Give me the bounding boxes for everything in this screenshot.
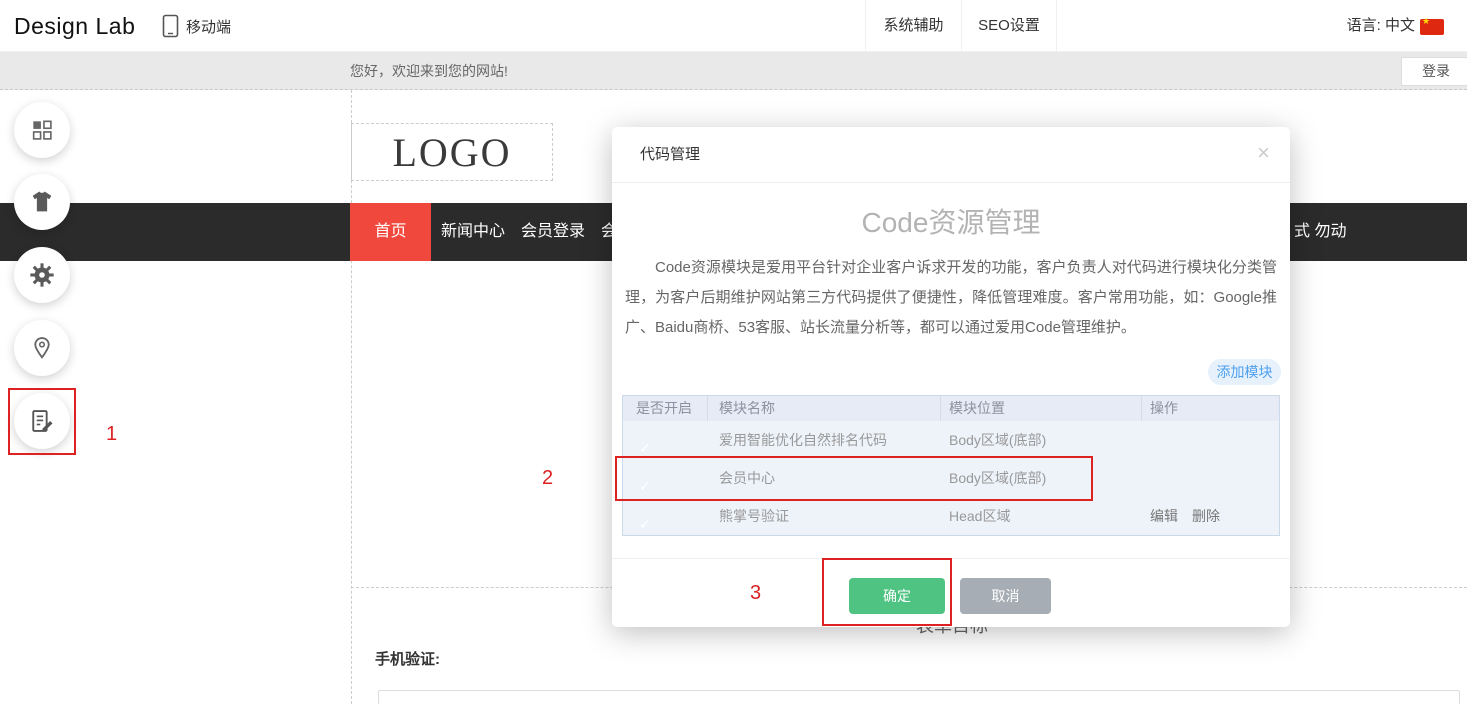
welcome-bar: 您好，欢迎来到您的网站! 登录 [0, 52, 1467, 90]
top-admin-bar: Design Lab 移动端 系统辅助 SEO设置 语言: 中文 [0, 0, 1467, 52]
module-table: 是否开启 模块名称 模块位置 操作 爱用智能优化自然排名代码 Body区域(底部… [622, 395, 1280, 536]
col-header-enabled: 是否开启 [623, 396, 708, 421]
brand-logo: Design Lab [14, 0, 135, 52]
modal-title: 代码管理 [640, 127, 700, 183]
gear-icon [28, 261, 56, 289]
site-logo-text: LOGO [392, 129, 511, 176]
modal-footer: 确定 取消 [612, 558, 1290, 627]
phone-verify-input[interactable] [378, 690, 1460, 704]
menu-item-seo-settings[interactable]: SEO设置 [961, 0, 1057, 52]
sidebar-modules-button[interactable] [14, 102, 70, 158]
annotation-number-1: 1 [106, 423, 117, 446]
modal-header: 代码管理 × [612, 127, 1290, 183]
phone-verify-label: 手机验证: [375, 648, 440, 669]
module-table-header: 是否开启 模块名称 模块位置 操作 [623, 396, 1279, 421]
sidebar-products-button[interactable] [14, 174, 70, 230]
menu-item-system-assist[interactable]: 系统辅助 [865, 0, 961, 52]
language-selector[interactable]: 语言: 中文 [1347, 0, 1415, 52]
welcome-greeting: 您好，欢迎来到您的网站! [350, 52, 508, 90]
module-position: Body区域(底部) [941, 468, 1142, 488]
login-button[interactable]: 登录 [1401, 57, 1467, 86]
screen: Design Lab 移动端 系统辅助 SEO设置 语言: 中文 您好，欢迎来到… [0, 0, 1467, 704]
table-row: 熊掌号验证 Head区域 编辑 删除 [623, 497, 1279, 535]
cancel-button[interactable]: 取消 [960, 578, 1051, 614]
delete-link[interactable]: 删除 [1192, 506, 1220, 526]
mobile-label: 移动端 [186, 16, 231, 37]
grid-icon [29, 117, 55, 143]
annotation-number-2: 2 [542, 467, 553, 490]
top-menu: 系统辅助 SEO设置 [865, 0, 1057, 52]
module-position: Body区域(底部) [941, 430, 1142, 450]
table-row: 会员中心 Body区域(底部) [623, 459, 1279, 497]
module-name: 熊掌号验证 [708, 506, 941, 526]
col-header-position: 模块位置 [941, 396, 1142, 421]
site-logo-placeholder[interactable]: LOGO [351, 123, 553, 181]
mobile-preview-button[interactable]: 移动端 [162, 0, 231, 52]
module-position: Head区域 [941, 506, 1142, 526]
mobile-phone-icon [162, 14, 179, 38]
nav-item-home[interactable]: 首页 [350, 203, 431, 261]
module-name: 会员中心 [708, 468, 941, 488]
form-edit-icon [28, 407, 56, 435]
sidebar-form-edit-button[interactable] [14, 393, 70, 449]
nav-item-news[interactable]: 新闻中心 [441, 203, 505, 261]
content-left-guide [351, 90, 352, 704]
edit-link[interactable]: 编辑 [1150, 506, 1178, 526]
modal-heading: Code资源管理 [612, 201, 1290, 241]
code-manage-modal: 代码管理 × Code资源管理 Code资源模块是爱用平台针对企业客户诉求开发的… [612, 127, 1290, 627]
tshirt-icon [28, 188, 56, 216]
col-header-name: 模块名称 [708, 396, 941, 421]
module-name: 爱用智能优化自然排名代码 [708, 430, 941, 450]
add-module-button[interactable]: 添加模块 [1208, 359, 1281, 385]
table-row: 爱用智能优化自然排名代码 Body区域(底部) [623, 421, 1279, 459]
sidebar-location-button[interactable] [14, 320, 70, 376]
confirm-button[interactable]: 确定 [849, 578, 945, 614]
location-pin-icon [29, 335, 55, 361]
close-icon[interactable]: × [1257, 142, 1270, 164]
nav-item-right-partial[interactable]: 式 勿动 [1294, 203, 1346, 261]
col-header-actions: 操作 [1142, 396, 1277, 421]
modal-description: Code资源模块是爱用平台针对企业客户诉求开发的功能，客户负责人对代码进行模块化… [625, 253, 1277, 343]
nav-item-member-login[interactable]: 会员登录 [521, 203, 585, 261]
sidebar-settings-button[interactable] [14, 247, 70, 303]
china-flag-icon [1420, 19, 1444, 35]
annotation-number-3: 3 [750, 582, 761, 605]
